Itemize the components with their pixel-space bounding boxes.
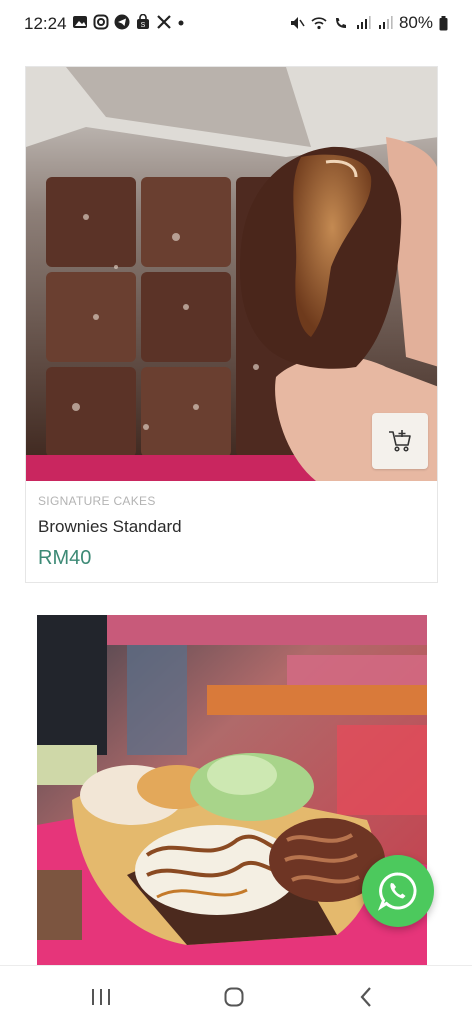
add-to-cart-icon xyxy=(389,430,411,452)
back-button[interactable] xyxy=(346,982,386,1012)
product-price: RM40 xyxy=(38,547,92,569)
battery-icon xyxy=(439,15,448,30)
product-category[interactable]: SIGNATURE CAKES xyxy=(38,494,156,508)
status-time: 12:24 xyxy=(24,14,67,33)
gallery-icon xyxy=(73,16,87,28)
telegram-icon xyxy=(114,14,130,30)
shop-bag-icon: S xyxy=(137,14,149,29)
instagram-icon xyxy=(93,14,109,30)
svg-text:S: S xyxy=(141,22,146,29)
whatsapp-icon xyxy=(377,872,417,911)
home-button[interactable] xyxy=(214,982,254,1012)
whatsapp-button[interactable] xyxy=(362,855,434,927)
signal-icon xyxy=(378,16,393,29)
system-status: 80% xyxy=(289,13,448,33)
signal-icon xyxy=(356,16,371,29)
cake-platter-photo[interactable] xyxy=(37,615,427,970)
wifi-call-icon xyxy=(335,18,346,28)
recent-apps-icon xyxy=(92,989,110,1005)
notification-icons: S xyxy=(72,14,185,30)
system-nav-bar xyxy=(0,965,472,1025)
battery-percent: 80% xyxy=(398,13,433,32)
x-icon xyxy=(157,15,171,29)
product-card[interactable] xyxy=(37,615,427,970)
dot-icon xyxy=(178,20,184,26)
status-bar: 12:24 S 80% xyxy=(0,0,472,48)
recent-apps-button[interactable] xyxy=(81,982,121,1012)
home-icon xyxy=(224,987,244,1007)
product-card[interactable]: SIGNATURE CAKES Brownies Standard RM40 xyxy=(25,66,438,583)
wifi-icon xyxy=(311,17,327,30)
product-name[interactable]: Brownies Standard xyxy=(38,517,182,537)
mute-icon xyxy=(290,17,305,29)
add-to-cart-button[interactable] xyxy=(372,413,428,469)
back-icon xyxy=(360,987,371,1007)
